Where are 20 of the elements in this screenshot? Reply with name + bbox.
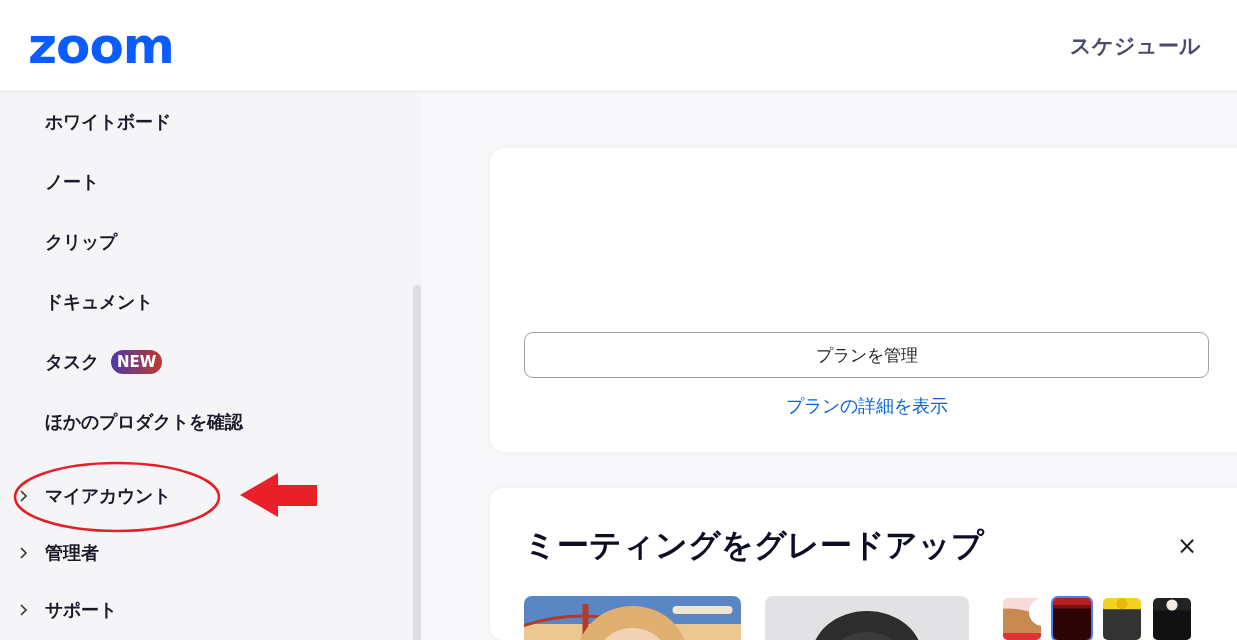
sidebar-item[interactable]: サポート [45, 597, 117, 622]
sidebar-item[interactable]: ホワイトボード [45, 110, 171, 134]
sidebar-item[interactable]: ドキュメント [45, 290, 153, 314]
scrollbar[interactable] [413, 285, 421, 640]
card-title: ミーティングをグレードアップ [524, 525, 984, 566]
chevron-icon[interactable] [19, 489, 28, 502]
sidebar-item[interactable]: マイアカウント [45, 483, 171, 508]
chevron-icon[interactable] [19, 603, 28, 616]
new-badge: NEW [111, 350, 163, 374]
manage-plan-button[interactable]: プランを管理 [524, 332, 1209, 378]
zoom-logo[interactable]: zoom [28, 20, 174, 71]
close-button[interactable]: × [1176, 532, 1209, 560]
sidebar-item[interactable]: クリップ [45, 230, 117, 254]
schedule-link[interactable]: スケジュール [1070, 31, 1201, 60]
chevron-icon[interactable] [19, 546, 28, 559]
plan-details-link[interactable]: プランの詳細を表示 [785, 394, 948, 418]
sidebar-item[interactable]: ノート [45, 170, 99, 194]
sidebar-item[interactable]: ほかのプロダクトを確認 [45, 410, 243, 434]
sidebar-item[interactable]: 管理者 [45, 540, 99, 565]
sidebar-item[interactable]: タスク [45, 350, 99, 374]
